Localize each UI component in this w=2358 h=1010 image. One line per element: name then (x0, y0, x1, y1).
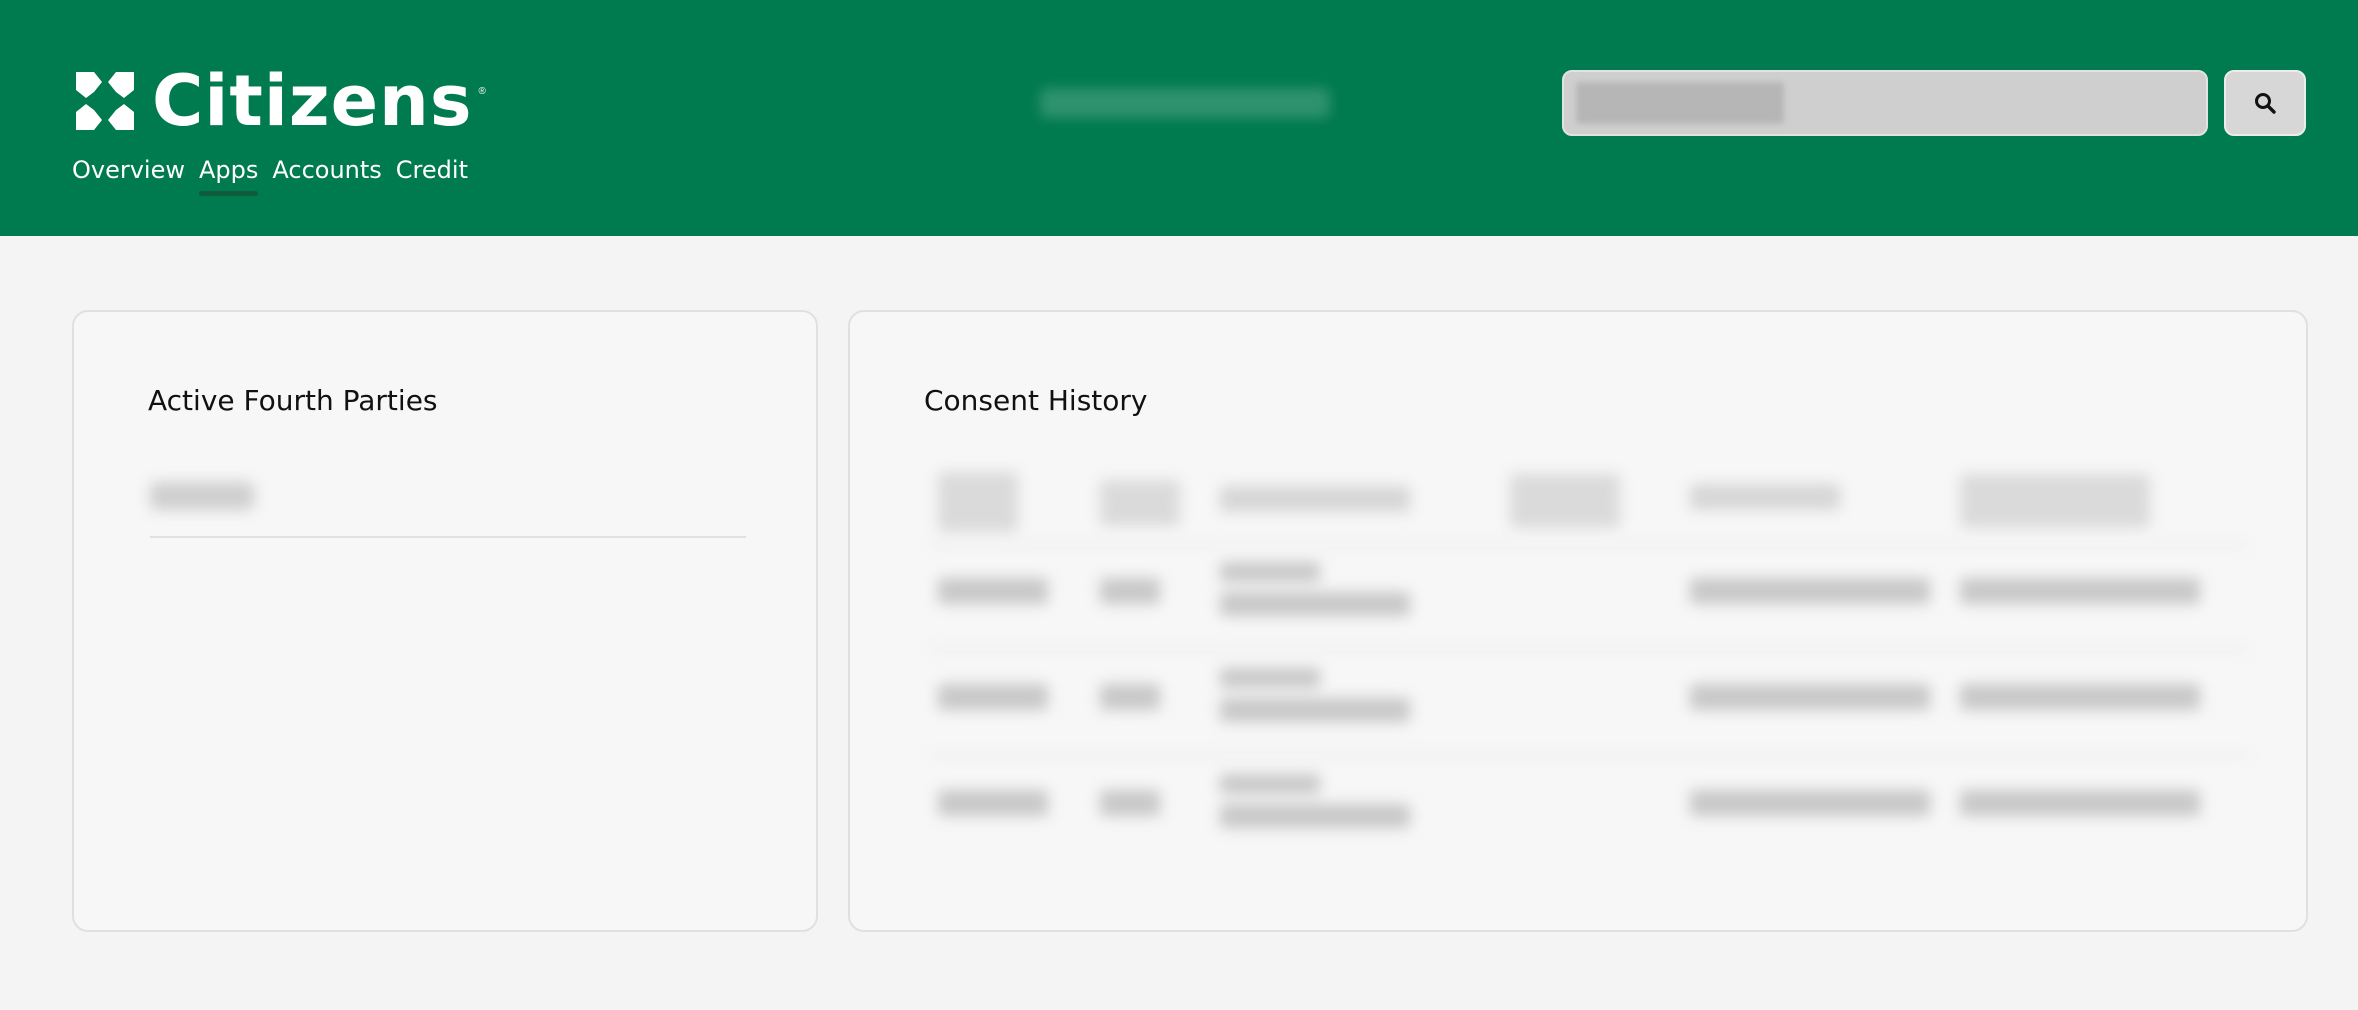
nav-item-accounts[interactable]: Accounts (272, 156, 381, 194)
divider (150, 536, 746, 538)
card-title-consent-history: Consent History (924, 384, 1148, 417)
citizens-logo[interactable]: Citizens ® (72, 64, 486, 138)
nav-item-overview[interactable]: Overview (72, 156, 185, 194)
search-button[interactable] (2224, 70, 2306, 136)
consent-history-card: Consent History (848, 310, 2308, 932)
citizens-logo-icon (76, 72, 134, 130)
redacted-fourth-party-item (150, 482, 254, 510)
search-input[interactable] (1562, 70, 2208, 136)
brand-name: Citizens (152, 60, 473, 142)
nav-item-apps[interactable]: Apps (199, 156, 259, 196)
redacted-header-text (1040, 88, 1330, 118)
nav-item-credit[interactable]: Credit (396, 156, 468, 194)
active-fourth-parties-card: Active Fourth Parties (72, 310, 818, 932)
card-title-fourth-parties: Active Fourth Parties (148, 384, 438, 417)
main-nav: Overview Apps Accounts Credit (72, 156, 468, 196)
search-icon (2255, 93, 2276, 114)
top-header: Citizens ® Overview Apps Accounts Credit (0, 0, 2358, 236)
redacted-consent-table (930, 462, 2250, 882)
redacted-search-value (1576, 82, 1784, 124)
brand-trademark: ® (478, 86, 486, 97)
